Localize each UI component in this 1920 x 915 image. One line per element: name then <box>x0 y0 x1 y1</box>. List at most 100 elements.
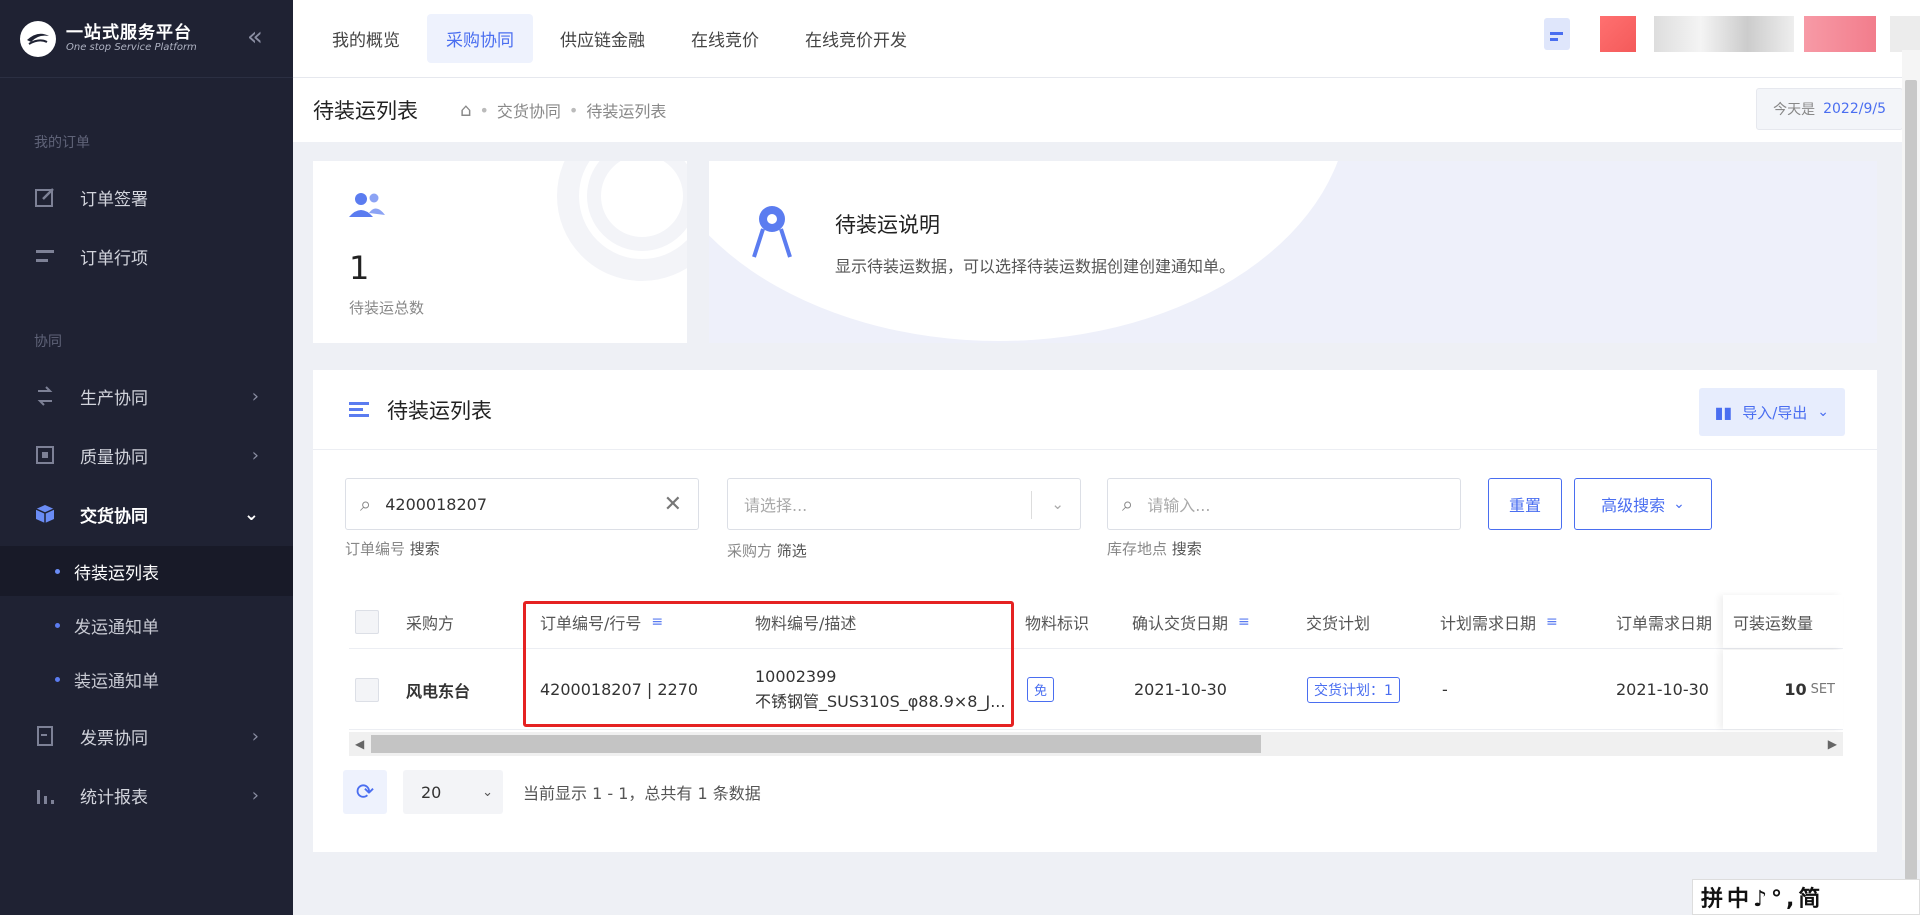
info-description: 显示待装运数据，可以选择待装运数据创建创建通知单。 <box>835 257 1236 276</box>
row-material-desc: 不锈钢管_SUS310S_φ88.9×8_J... <box>755 692 1006 711</box>
page-size-select[interactable]: 20 ⌄ <box>403 770 503 814</box>
home-icon[interactable]: ⌂ <box>460 100 471 121</box>
sidebar-subitem-shipping-notice[interactable]: 发运通知单 <box>0 600 293 650</box>
chevron-right-icon: › <box>251 784 259 806</box>
column-header-plan-date[interactable]: 计划需求日期 ≡ <box>1440 595 1558 648</box>
logo-icon <box>20 20 56 57</box>
chevron-down-icon: ⌄ <box>482 784 493 800</box>
sidebar: 一站式服务平台 One stop Service Platform « 我的订单… <box>0 0 293 915</box>
user-name-blurred[interactable] <box>1804 16 1876 52</box>
column-header-order[interactable]: 订单编号/行号 ≡ <box>540 595 663 648</box>
top-tab-bidding[interactable]: 在线竞价 <box>672 14 778 63</box>
user-avatar[interactable] <box>1600 16 1636 52</box>
section-title-orders: 我的订单 <box>34 135 90 151</box>
pending-list-panel: 待装运列表 ▮▮ 导入/导出 ⌄ ⌕ 4200018207 ✕ 订单编号 搜索 … <box>313 370 1877 852</box>
row-material-flag: 免 <box>1027 677 1055 702</box>
sidebar-subitem-loading-notice[interactable]: 装运通知单 <box>0 654 293 704</box>
import-export-button[interactable]: ▮▮ 导入/导出 ⌄ <box>1698 388 1845 436</box>
reset-button[interactable]: 重置 <box>1488 478 1562 530</box>
table-horizontal-scrollbar[interactable]: ◀ ▶ <box>349 732 1843 756</box>
pagination: ⟳ 20 ⌄ 当前显示 1 - 1，总共有 1 条数据 <box>343 770 761 814</box>
select-all-checkbox[interactable] <box>355 609 379 634</box>
order-search-input[interactable]: ⌕ 4200018207 ✕ <box>345 478 699 530</box>
clear-icon[interactable]: ✕ <box>664 492 682 517</box>
user-menu-blurred[interactable] <box>1890 16 1920 52</box>
scrollbar-thumb[interactable] <box>371 735 1261 753</box>
scroll-left-icon[interactable]: ◀ <box>355 732 364 756</box>
column-header-buyer[interactable]: 采购方 <box>406 595 454 648</box>
sidebar-item-invoice[interactable]: 发票协同 › <box>0 710 293 762</box>
top-tab-finance[interactable]: 供应链金融 <box>541 14 664 63</box>
chevron-down-icon: ⌄ <box>243 503 259 525</box>
collapse-sidebar-icon[interactable]: « <box>240 22 270 52</box>
column-header-order-date[interactable]: 订单需求日期 <box>1616 595 1716 648</box>
today-badge: 今天是 2022/9/5 <box>1756 88 1903 130</box>
chevron-down-icon: ⌄ <box>1051 495 1064 513</box>
users-icon <box>349 191 385 226</box>
refresh-icon[interactable]: ⟳ <box>343 770 387 814</box>
column-header-qty[interactable]: 可装运数量 <box>1723 595 1843 648</box>
page-header: 待装运列表 ⌂ • 交货协同 • 待装运列表 今天是 2022/9/5 <box>293 78 1903 142</box>
document-icon[interactable] <box>1544 18 1570 50</box>
user-info-blurred <box>1654 16 1794 52</box>
edit-icon <box>34 186 56 208</box>
invoice-icon <box>34 725 56 747</box>
app-subtitle: One stop Service Platform <box>66 42 197 54</box>
search-icon: ⌕ <box>360 492 372 516</box>
info-title: 待装运说明 <box>835 213 940 237</box>
top-tab-bidding-dev[interactable]: 在线竞价开发 <box>786 14 926 63</box>
buyer-select-label: 采购方 筛选 <box>727 542 807 560</box>
table-row[interactable]: 风电东台 4200018207 | 2270 10002399 不锈钢管_SUS… <box>349 650 1843 730</box>
sidebar-item-stats[interactable]: 统计报表 › <box>0 769 293 821</box>
sidebar-item-order-sign[interactable]: 订单签署 <box>0 171 293 223</box>
page-title: 待装运列表 <box>313 99 418 123</box>
compass-icon <box>749 201 795 265</box>
today-date: 2022/9/5 <box>1823 101 1886 117</box>
sidebar-subitem-pending[interactable]: 待装运列表 <box>0 546 293 596</box>
sidebar-item-order-lines[interactable]: 订单行项 <box>0 230 293 282</box>
sidebar-item-delivery[interactable]: 交货协同 ⌄ <box>0 488 293 540</box>
app-title: 一站式服务平台 <box>66 22 192 43</box>
pagination-info: 当前显示 1 - 1，总共有 1 条数据 <box>523 784 761 803</box>
top-tab-overview[interactable]: 我的概览 <box>313 14 419 63</box>
page-vertical-scrollbar[interactable] <box>1902 50 1920 880</box>
column-header-material[interactable]: 物料编号/描述 <box>755 595 856 648</box>
row-delivery-plan[interactable]: 交货计划：1 <box>1307 676 1400 703</box>
quality-icon <box>34 444 56 466</box>
chevron-right-icon: › <box>251 444 259 466</box>
row-order: 4200018207 | 2270 <box>540 680 699 699</box>
row-material-code: 10002399 <box>755 667 837 686</box>
location-search-input[interactable]: ⌕ 请输入... <box>1107 478 1461 530</box>
pending-count-value: 1 <box>349 249 370 287</box>
filter-icon[interactable]: ≡ <box>651 614 663 630</box>
top-tab-purchase[interactable]: 采购协同 <box>427 14 533 63</box>
sidebar-item-quality[interactable]: 质量协同 › <box>0 429 293 481</box>
list-icon <box>349 401 369 418</box>
box-icon <box>34 503 56 525</box>
pending-count-label: 待装运总数 <box>349 299 425 317</box>
list-icon <box>34 245 56 267</box>
breadcrumb-delivery[interactable]: 交货协同 <box>497 98 561 122</box>
sidebar-item-production[interactable]: 生产协同 › <box>0 370 293 422</box>
scroll-right-icon[interactable]: ▶ <box>1828 732 1837 756</box>
order-search-label: 订单编号 搜索 <box>345 540 440 558</box>
chevron-down-icon: ⌄ <box>1673 496 1685 512</box>
column-header-material-flag[interactable]: 物料标识 <box>1025 595 1089 648</box>
info-card: 待装运说明 显示待装运数据，可以选择待装运数据创建创建通知单。 <box>709 161 1877 343</box>
ime-status-bar[interactable]: 拼中♪°,简 <box>1692 879 1920 915</box>
column-header-delivery-plan[interactable]: 交货计划 <box>1306 595 1370 648</box>
row-checkbox[interactable] <box>355 677 379 702</box>
filter-icon[interactable]: ≡ <box>1546 614 1558 630</box>
table-header: 采购方 订单编号/行号 ≡ 物料编号/描述 物料标识 确认交货日期 ≡ 交货计划 计… <box>349 595 1843 649</box>
filter-icon[interactable]: ≡ <box>1238 614 1250 630</box>
breadcrumb: ⌂ • 交货协同 • 待装运列表 <box>460 98 667 122</box>
section-title-collab: 协同 <box>34 334 62 350</box>
advanced-search-button[interactable]: 高级搜索 ⌄ <box>1574 478 1712 530</box>
search-icon: ⌕ <box>1122 492 1134 516</box>
column-header-confirm-date[interactable]: 确认交货日期 ≡ <box>1132 595 1250 648</box>
scrollbar-thumb[interactable] <box>1905 80 1917 880</box>
row-plan-date: - <box>1442 680 1448 699</box>
swap-icon <box>34 385 56 407</box>
chevron-right-icon: › <box>251 725 259 747</box>
buyer-select[interactable]: 请选择... ⌄ <box>727 478 1081 530</box>
